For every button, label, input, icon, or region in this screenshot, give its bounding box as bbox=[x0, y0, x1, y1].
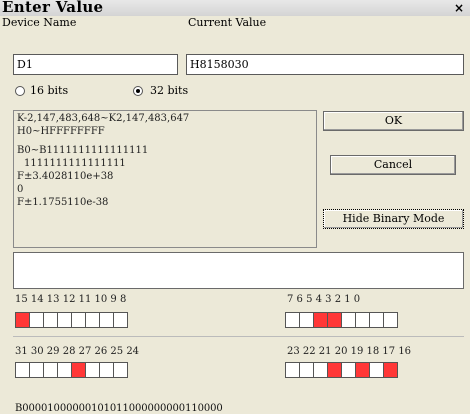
dialog-title: Enter Value bbox=[2, 0, 104, 16]
bit-cell[interactable] bbox=[355, 362, 370, 378]
enter-value-dialog: Enter Value × Device Name Current Value … bbox=[0, 0, 470, 414]
bit-labels-15-8: 15 14 13 12 11 10 9 8 bbox=[15, 294, 127, 305]
radio-32-label: 32 bits bbox=[150, 84, 189, 97]
bit-cell[interactable] bbox=[43, 312, 58, 328]
bit-cell[interactable] bbox=[85, 362, 100, 378]
range-float-min: F±1.1755110e-38 bbox=[17, 197, 109, 208]
binary-value-readout: B00001000000101011000000000110000 bbox=[15, 403, 223, 414]
bit-cell[interactable] bbox=[313, 312, 328, 328]
range-decimal: K-2,147,483,648~K2,147,483,647 bbox=[17, 113, 190, 124]
bit-cell[interactable] bbox=[341, 312, 356, 328]
bit-cell[interactable] bbox=[71, 362, 86, 378]
radio-32-circle[interactable] bbox=[133, 86, 143, 96]
bit-cell[interactable] bbox=[99, 312, 114, 328]
bit-cell[interactable] bbox=[285, 312, 300, 328]
bit-cell[interactable] bbox=[327, 362, 342, 378]
bit-group-15-8 bbox=[15, 312, 128, 328]
bit-group-31-24 bbox=[15, 362, 128, 378]
bit-cell[interactable] bbox=[313, 362, 328, 378]
bit-cell[interactable] bbox=[57, 362, 72, 378]
bit-cell[interactable] bbox=[299, 362, 314, 378]
device-name-input[interactable]: D1 bbox=[13, 54, 178, 75]
bit-cell[interactable] bbox=[285, 362, 300, 378]
bit-group-7-0 bbox=[285, 312, 398, 328]
current-value-input[interactable]: H8158030 bbox=[186, 54, 464, 75]
bit-cell[interactable] bbox=[341, 362, 356, 378]
close-icon[interactable]: × bbox=[454, 1, 464, 15]
bit-cell[interactable] bbox=[113, 312, 128, 328]
bit-cell[interactable] bbox=[383, 362, 398, 378]
bit-labels-23-16: 23 22 21 20 19 18 17 16 bbox=[287, 346, 412, 357]
bit-cell[interactable] bbox=[355, 312, 370, 328]
cancel-button[interactable]: Cancel bbox=[330, 155, 456, 175]
device-name-label: Device Name bbox=[2, 16, 77, 29]
bit-cell[interactable] bbox=[113, 362, 128, 378]
current-value-label: Current Value bbox=[188, 16, 267, 29]
bit-labels-31-24: 31 30 29 28 27 26 25 24 bbox=[15, 346, 140, 357]
bit-cell[interactable] bbox=[15, 312, 30, 328]
title-bar: Enter Value × bbox=[0, 0, 470, 16]
radio-16-circle[interactable] bbox=[15, 86, 25, 96]
bit-group-23-16 bbox=[285, 362, 398, 378]
range-zero: 0 bbox=[17, 184, 24, 195]
bit-cell[interactable] bbox=[85, 312, 100, 328]
bit-cell[interactable] bbox=[383, 312, 398, 328]
bit-cell[interactable] bbox=[369, 312, 384, 328]
range-binary: B0~B1111111111111111 bbox=[17, 145, 149, 156]
range-info-panel: K-2,147,483,648~K2,147,483,647 H0~HFFFFF… bbox=[13, 110, 317, 248]
bit-cell[interactable] bbox=[57, 312, 72, 328]
memo-textarea[interactable] bbox=[13, 252, 464, 289]
bit-cell[interactable] bbox=[43, 362, 58, 378]
range-float-max: F±3.4028110e+38 bbox=[17, 171, 114, 182]
bit-cell[interactable] bbox=[29, 312, 44, 328]
range-binary-cont: 1111111111111111 bbox=[24, 158, 126, 169]
bit-labels-7-0: 7 6 5 4 3 2 1 0 bbox=[287, 294, 361, 305]
bit-cell[interactable] bbox=[369, 362, 384, 378]
bit-cell[interactable] bbox=[299, 312, 314, 328]
range-hex: H0~HFFFFFFFF bbox=[17, 126, 105, 137]
ok-button[interactable]: OK bbox=[323, 111, 464, 131]
bit-cell[interactable] bbox=[29, 362, 44, 378]
bit-cell[interactable] bbox=[99, 362, 114, 378]
bit-cell[interactable] bbox=[327, 312, 342, 328]
radio-16-label: 16 bits bbox=[30, 84, 69, 97]
bit-cell[interactable] bbox=[71, 312, 86, 328]
bit-section-divider bbox=[13, 336, 464, 337]
bit-cell[interactable] bbox=[15, 362, 30, 378]
radio-selected-dot bbox=[136, 89, 140, 93]
hide-binary-mode-button[interactable]: Hide Binary Mode bbox=[323, 209, 464, 229]
